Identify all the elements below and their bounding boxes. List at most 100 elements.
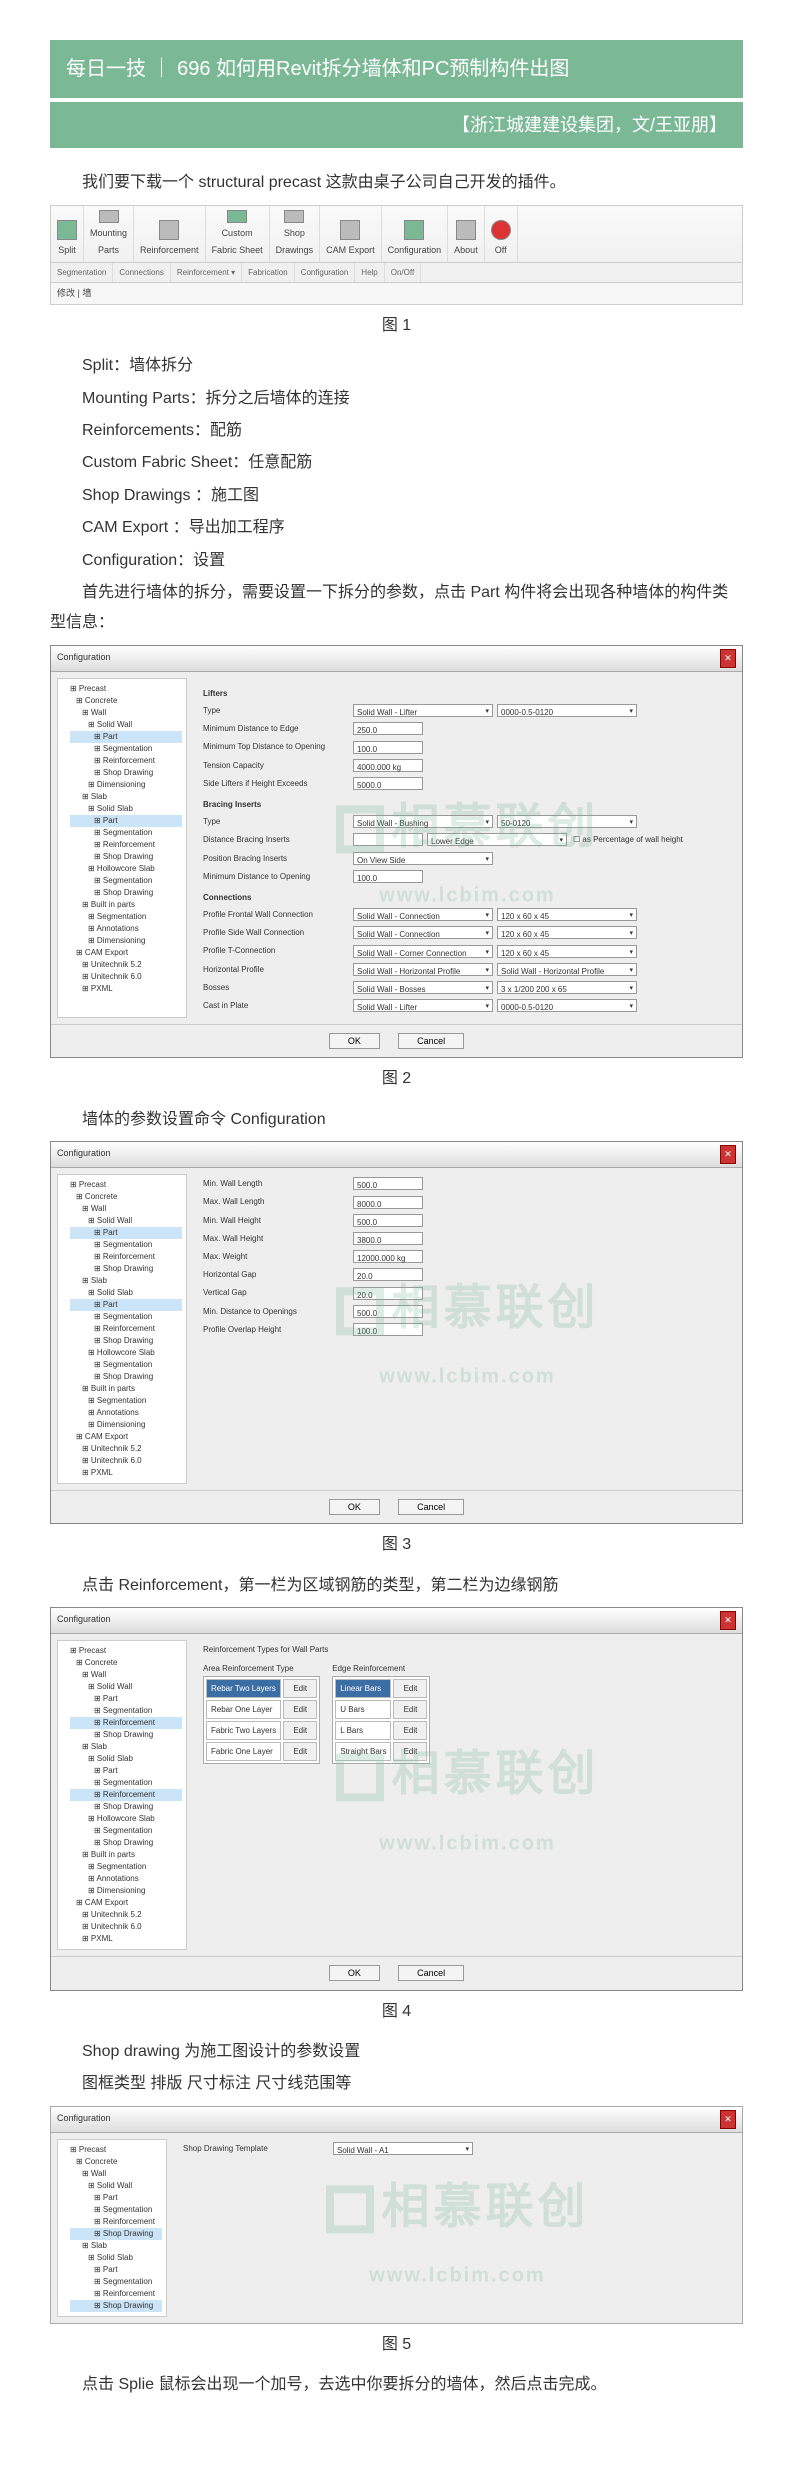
tree-item[interactable]: ⊞ Wall <box>70 1203 182 1215</box>
tree-item[interactable]: ⊞ Solid Wall <box>70 1681 182 1693</box>
ok-button[interactable]: OK <box>329 1033 380 1049</box>
dropdown[interactable]: 0000-0.5-0120 <box>497 999 637 1012</box>
tree-item[interactable]: ⊞ Solid Wall <box>70 719 182 731</box>
tree-item[interactable]: ⊞ Reinforcement <box>70 755 182 767</box>
dropdown[interactable]: Solid Wall - Connection <box>353 926 493 939</box>
dropdown[interactable]: Solid Wall - Lifter <box>353 704 493 717</box>
text-input[interactable]: 5000.0 <box>353 777 423 790</box>
tree-item[interactable]: ⊞ Part <box>70 815 182 827</box>
table-row[interactable]: Straight BarsEdit <box>335 1742 427 1761</box>
cancel-button[interactable]: Cancel <box>398 1965 464 1981</box>
tree-item[interactable]: ⊞ Solid Wall <box>70 1215 182 1227</box>
tree-item[interactable]: ⊞ Concrete <box>70 695 182 707</box>
text-input[interactable]: 500.0 <box>353 1214 423 1227</box>
table-row[interactable]: Fabric One LayerEdit <box>206 1742 317 1761</box>
tree-item[interactable]: ⊞ CAM Export <box>70 1897 182 1909</box>
tree-item[interactable]: ⊞ Part <box>70 2192 162 2204</box>
tree-item[interactable]: ⊞ Reinforcement <box>70 839 182 851</box>
tree-item[interactable]: ⊞ Reinforcement <box>70 2288 162 2300</box>
dropdown[interactable]: Lower Edge <box>427 833 567 846</box>
tree-item[interactable]: ⊞ Shop Drawing <box>70 1729 182 1741</box>
text-input[interactable]: 8000.0 <box>353 1196 423 1209</box>
tree-item[interactable]: ⊞ Shop Drawing <box>70 1335 182 1347</box>
dropdown[interactable]: 50-0120 <box>497 815 637 828</box>
text-input[interactable]: 500.0 <box>353 1305 423 1318</box>
tree-item[interactable]: ⊞ Slab <box>70 2240 162 2252</box>
tree-item[interactable]: ⊞ Precast <box>70 1179 182 1191</box>
tree-item[interactable]: ⊞ Segmentation <box>70 1311 182 1323</box>
tree-panel[interactable]: ⊞ Precast⊞ Concrete⊞ Wall⊞ Solid Wall⊞ P… <box>57 678 187 1018</box>
table-row[interactable]: Rebar Two LayersEdit <box>206 1679 317 1698</box>
close-icon[interactable]: ✕ <box>720 1145 736 1164</box>
off-button[interactable]: Off <box>485 206 518 262</box>
tree-item[interactable]: ⊞ Solid Slab <box>70 1287 182 1299</box>
tree-item[interactable]: ⊞ Segmentation <box>70 1395 182 1407</box>
dropdown[interactable]: Solid Wall - Lifter <box>353 999 493 1012</box>
tree-item[interactable]: ⊞ Shop Drawing <box>70 1263 182 1275</box>
tree-item[interactable]: ⊞ Part <box>70 1299 182 1311</box>
tree-item[interactable]: ⊞ Segmentation <box>70 2204 162 2216</box>
tree-item[interactable]: ⊞ Shop Drawing <box>70 2228 162 2240</box>
tree-item[interactable]: ⊞ Annotations <box>70 1873 182 1885</box>
tree-item[interactable]: ⊞ Annotations <box>70 1407 182 1419</box>
tree-item[interactable]: ⊞ Dimensioning <box>70 935 182 947</box>
cancel-button[interactable]: Cancel <box>398 1033 464 1049</box>
about-button[interactable]: About <box>448 206 485 262</box>
text-input[interactable]: 100.0 <box>353 741 423 754</box>
tree-item[interactable]: ⊞ Solid Slab <box>70 1753 182 1765</box>
tree-item[interactable]: ⊞ Shop Drawing <box>70 887 182 899</box>
dropdown[interactable]: On View Side <box>353 852 493 865</box>
table-row[interactable]: Rebar One LayerEdit <box>206 1700 317 1719</box>
tree-item[interactable]: ⊞ Segmentation <box>70 875 182 887</box>
tree-item[interactable]: ⊞ Reinforcement <box>70 1789 182 1801</box>
tree-item[interactable]: ⊞ Segmentation <box>70 743 182 755</box>
tree-item[interactable]: ⊞ Part <box>70 1227 182 1239</box>
text-input[interactable]: 500.0 <box>353 1177 423 1190</box>
tree-item[interactable]: ⊞ Reinforcement <box>70 1251 182 1263</box>
tree-item[interactable]: ⊞ Shop Drawing <box>70 2300 162 2312</box>
tree-item[interactable]: ⊞ Segmentation <box>70 1239 182 1251</box>
tree-item[interactable]: ⊞ Solid Wall <box>70 2180 162 2192</box>
tree-item[interactable]: ⊞ Built in parts <box>70 1849 182 1861</box>
cancel-button[interactable]: Cancel <box>398 1499 464 1515</box>
tree-item[interactable]: ⊞ Reinforcement <box>70 2216 162 2228</box>
edit-button[interactable]: Edit <box>393 1742 427 1761</box>
edit-button[interactable]: Edit <box>393 1700 427 1719</box>
edit-button[interactable]: Edit <box>283 1721 317 1740</box>
tree-panel[interactable]: ⊞ Precast⊞ Concrete⊞ Wall⊞ Solid Wall⊞ P… <box>57 1174 187 1484</box>
dropdown[interactable]: 3 x 1/200 200 x 65 <box>497 981 637 994</box>
tree-item[interactable]: ⊞ Reinforcement <box>70 1323 182 1335</box>
tree-item[interactable]: ⊞ Unitechnik 6.0 <box>70 1455 182 1467</box>
tree-item[interactable]: ⊞ Shop Drawing <box>70 1801 182 1813</box>
tree-item[interactable]: ⊞ Dimensioning <box>70 1885 182 1897</box>
tree-item[interactable]: ⊞ Segmentation <box>70 1777 182 1789</box>
custom-fabric-button[interactable]: Custom Fabric Sheet <box>206 206 270 262</box>
tree-item[interactable]: ⊞ Concrete <box>70 1657 182 1669</box>
dropdown[interactable]: Solid Wall - Bosses <box>353 981 493 994</box>
ok-button[interactable]: OK <box>329 1965 380 1981</box>
edit-button[interactable]: Edit <box>283 1742 317 1761</box>
dropdown[interactable]: Solid Wall - Connection <box>353 908 493 921</box>
tree-item[interactable]: ⊞ Wall <box>70 1669 182 1681</box>
ok-button[interactable]: OK <box>329 1499 380 1515</box>
tree-item[interactable]: ⊞ Precast <box>70 683 182 695</box>
tree-item[interactable]: ⊞ Unitechnik 5.2 <box>70 1909 182 1921</box>
close-icon[interactable]: ✕ <box>720 649 736 668</box>
text-input[interactable]: 100.0 <box>353 870 423 883</box>
tree-item[interactable]: ⊞ Unitechnik 6.0 <box>70 1921 182 1933</box>
dropdown[interactable]: 120 x 60 x 45 <box>497 945 637 958</box>
tree-item[interactable]: ⊞ Annotations <box>70 923 182 935</box>
tree-item[interactable]: ⊞ Unitechnik 6.0 <box>70 971 182 983</box>
tree-item[interactable]: ⊞ Segmentation <box>70 1861 182 1873</box>
tree-item[interactable]: ⊞ Shop Drawing <box>70 767 182 779</box>
tree-panel[interactable]: ⊞ Precast⊞ Concrete⊞ Wall⊞ Solid Wall⊞ P… <box>57 1640 187 1950</box>
table-row[interactable]: U BarsEdit <box>335 1700 427 1719</box>
tree-item[interactable]: ⊞ Part <box>70 731 182 743</box>
dropdown[interactable]: 0000-0.5-0120 <box>497 704 637 717</box>
dropdown[interactable]: Solid Wall - Horizontal Profile <box>353 963 493 976</box>
tree-item[interactable]: ⊞ CAM Export <box>70 1431 182 1443</box>
tree-item[interactable]: ⊞ Unitechnik 5.2 <box>70 1443 182 1455</box>
tree-item[interactable]: ⊞ Wall <box>70 707 182 719</box>
tree-item[interactable]: ⊞ Segmentation <box>70 911 182 923</box>
tree-item[interactable]: ⊞ PXML <box>70 983 182 995</box>
